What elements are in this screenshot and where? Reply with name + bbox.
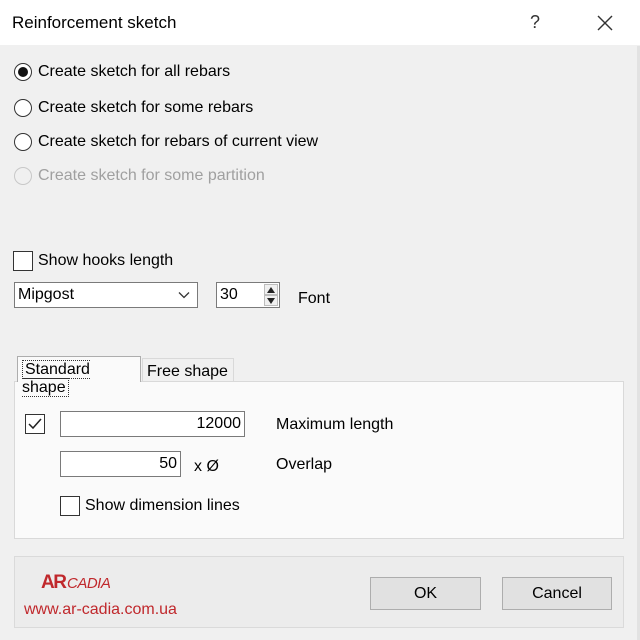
chevron-down-icon bbox=[178, 292, 190, 299]
radio-all-rebars[interactable]: Create sketch for all rebars bbox=[14, 62, 230, 82]
title-bar: Reinforcement sketch ? bbox=[0, 0, 640, 45]
radio-disabled-icon bbox=[14, 167, 32, 185]
radio-label: Create sketch for some partition bbox=[38, 167, 265, 184]
window-title: Reinforcement sketch bbox=[12, 13, 177, 32]
radio-selected-icon bbox=[14, 63, 32, 81]
radio-icon bbox=[14, 133, 32, 151]
font-select[interactable]: Mipgost bbox=[14, 282, 198, 308]
tab-standard-shape[interactable]: Standard shape bbox=[17, 356, 141, 397]
help-button[interactable]: ? bbox=[520, 0, 550, 45]
radio-label: Create sketch for rebars of current view bbox=[38, 133, 319, 150]
max-length-label: Maximum length bbox=[276, 416, 394, 433]
max-length-input[interactable]: 12000 bbox=[60, 411, 245, 437]
triangle-up-icon bbox=[267, 286, 275, 293]
font-select-value: Mipgost bbox=[18, 286, 75, 303]
show-hooks-checkbox[interactable]: Show hooks length bbox=[13, 251, 173, 271]
website-link[interactable]: www.ar-cadia.com.ua bbox=[24, 601, 177, 619]
font-size-value: 30 bbox=[220, 286, 238, 303]
font-label: Font bbox=[298, 290, 331, 307]
show-hooks-label: Show hooks length bbox=[38, 252, 174, 269]
overlap-input[interactable]: 50 bbox=[60, 451, 181, 477]
radio-icon bbox=[14, 99, 32, 117]
svg-text:AR: AR bbox=[41, 572, 67, 591]
radio-some-partition: Create sketch for some partition bbox=[14, 166, 265, 186]
tab-free-shape[interactable]: Free shape bbox=[142, 358, 234, 382]
show-dimension-lines-label: Show dimension lines bbox=[85, 497, 240, 514]
overlap-multiplier: x Ø bbox=[194, 458, 219, 475]
cancel-button[interactable]: Cancel bbox=[502, 577, 612, 610]
radio-some-rebars[interactable]: Create sketch for some rebars bbox=[14, 98, 253, 118]
spin-down-button[interactable] bbox=[264, 295, 278, 306]
close-button[interactable] bbox=[590, 8, 620, 38]
radio-label: Create sketch for some rebars bbox=[38, 99, 254, 116]
show-dimension-lines-checkbox[interactable]: Show dimension lines bbox=[60, 496, 240, 516]
tab-label: Free shape bbox=[147, 363, 228, 380]
svg-text:CADIA: CADIA bbox=[67, 575, 111, 591]
close-icon bbox=[597, 15, 613, 31]
radio-label: Create sketch for all rebars bbox=[38, 63, 231, 80]
checkmark-icon bbox=[28, 418, 42, 430]
arcadia-logo-icon: AR CADIA bbox=[41, 572, 111, 591]
radio-current-view[interactable]: Create sketch for rebars of current view bbox=[14, 132, 318, 152]
overlap-label: Overlap bbox=[276, 456, 333, 473]
checkbox-icon bbox=[60, 496, 80, 516]
ok-button[interactable]: OK bbox=[370, 577, 481, 610]
font-size-spinner[interactable]: 30 bbox=[216, 282, 280, 308]
spin-up-button[interactable] bbox=[264, 284, 278, 295]
max-length-checkbox[interactable] bbox=[25, 414, 45, 434]
checkbox-icon bbox=[13, 251, 33, 271]
triangle-down-icon bbox=[267, 297, 275, 304]
